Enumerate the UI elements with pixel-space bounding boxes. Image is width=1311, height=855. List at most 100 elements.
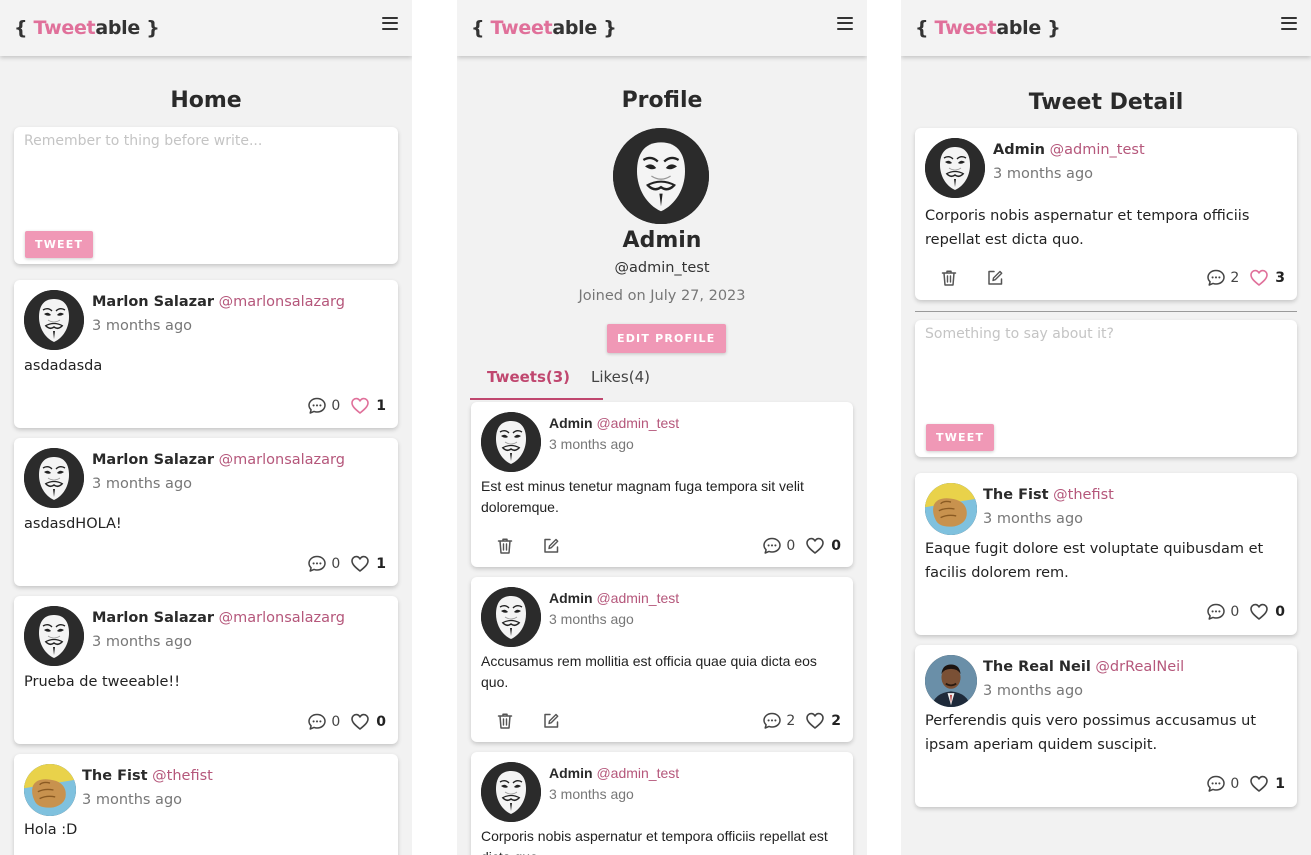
trash-icon[interactable] — [495, 711, 515, 731]
trash-icon[interactable] — [495, 536, 515, 556]
home-screen: { Tweetable } Home TWEET Marlon Salazar … — [0, 0, 412, 855]
avatar[interactable] — [24, 606, 84, 666]
comment-icon[interactable] — [307, 554, 327, 574]
tweet-author-name[interactable]: Admin — [549, 765, 593, 781]
tweet-input[interactable] — [24, 133, 388, 213]
tweet-author-handle[interactable]: @marlonsalazarg — [219, 610, 345, 626]
comment-icon[interactable] — [1206, 774, 1226, 794]
navbar: { Tweetable } — [457, 0, 867, 56]
tweet-time: 3 months ago — [92, 476, 193, 492]
tweet-author-handle[interactable]: @admin_test — [596, 415, 679, 431]
trash-icon[interactable] — [939, 268, 959, 288]
comment-icon[interactable] — [1206, 268, 1226, 288]
heart-icon[interactable] — [805, 711, 825, 731]
tweet-text: Est est minus tenetur magnam fuga tempor… — [481, 478, 804, 515]
reply-card[interactable]: The Real Neil @drRealNeil 3 months ago P… — [915, 645, 1297, 807]
heart-icon[interactable] — [350, 554, 370, 574]
tab-tweets[interactable]: Tweets(3) — [487, 368, 570, 386]
heart-icon[interactable] — [350, 712, 370, 732]
tweet-time: 3 months ago — [549, 786, 634, 802]
tweet-time: 3 months ago — [549, 611, 634, 627]
active-tab-indicator — [470, 398, 603, 400]
tweet-author-handle[interactable]: @admin_test — [596, 765, 679, 781]
tweet-text: Accusamus rem mollitia est officia quae … — [481, 653, 817, 690]
tweet-card[interactable]: Admin @admin_test 3 months ago Accusamus… — [471, 577, 853, 742]
tweet-actions: 0 0 — [24, 712, 386, 734]
like-count: 1 — [376, 556, 386, 572]
avatar[interactable] — [24, 448, 84, 508]
compose-card: TWEET — [14, 127, 398, 264]
profile-joined-date: Joined on July 27, 2023 — [578, 288, 746, 304]
heart-icon[interactable] — [1249, 774, 1269, 794]
tweet-button[interactable]: TWEET — [25, 231, 94, 258]
tweet-author-handle[interactable]: @drRealNeil — [1095, 659, 1184, 675]
tweet-author-handle[interactable]: @thefist — [152, 768, 213, 784]
tweet-author-handle[interactable]: @marlonsalazarg — [219, 452, 345, 468]
tweet-actions: 0 0 — [925, 602, 1285, 624]
tweet-author-name[interactable]: Marlon Salazar — [92, 452, 214, 468]
tweet-author-name[interactable]: The Fist — [82, 768, 148, 784]
avatar[interactable] — [925, 138, 985, 198]
tweet-author-handle[interactable]: @thefist — [1053, 487, 1114, 503]
profile-name: Admin — [622, 228, 702, 253]
tab-likes[interactable]: Likes(4) — [591, 368, 650, 386]
reply-card[interactable]: The Fist @thefist 3 months ago Eaque fug… — [915, 473, 1297, 635]
avatar[interactable] — [481, 587, 541, 647]
edit-profile-button[interactable]: EDIT PROFILE — [607, 324, 726, 353]
comment-icon[interactable] — [1206, 602, 1226, 622]
reply-input[interactable] — [925, 326, 1287, 406]
comment-count: 0 — [786, 538, 796, 554]
reply-tweet-button[interactable]: TWEET — [926, 424, 995, 451]
menu-icon[interactable] — [1281, 16, 1297, 30]
heart-icon[interactable] — [805, 536, 825, 556]
tweet-actions: 0 1 — [24, 554, 386, 576]
tweet-card[interactable]: The Fist @thefist 3 months ago Hola :D — [14, 754, 398, 855]
app-logo[interactable]: { Tweetable } — [14, 17, 160, 39]
tweet-actions: 2 2 — [481, 711, 841, 733]
tweet-author-handle[interactable]: @admin_test — [1050, 142, 1145, 158]
comment-icon[interactable] — [762, 536, 782, 556]
heart-icon[interactable] — [350, 396, 370, 416]
profile-handle: @admin_test — [614, 260, 710, 276]
tweet-card[interactable]: Admin @admin_test 3 months ago Est est m… — [471, 402, 853, 567]
comment-icon[interactable] — [307, 396, 327, 416]
avatar[interactable] — [925, 483, 977, 535]
app-logo[interactable]: { Tweetable } — [915, 17, 1061, 39]
tweet-author-handle[interactable]: @marlonsalazarg — [219, 294, 345, 310]
tweet-author-name[interactable]: The Real Neil — [983, 659, 1091, 675]
app-logo[interactable]: { Tweetable } — [471, 17, 617, 39]
avatar[interactable] — [481, 412, 541, 472]
tweet-author-name[interactable]: Marlon Salazar — [92, 294, 214, 310]
comment-icon[interactable] — [762, 711, 782, 731]
tweet-card[interactable]: Marlon Salazar @marlonsalazarg 3 months … — [14, 596, 398, 744]
tweet-card[interactable]: Marlon Salazar @marlonsalazarg 3 months … — [14, 438, 398, 586]
tweet-card[interactable]: Admin @admin_test 3 months ago Corporis … — [471, 752, 853, 855]
avatar[interactable] — [24, 290, 84, 350]
tweet-actions: 0 0 — [481, 536, 841, 558]
tweet-author-name[interactable]: Admin — [993, 142, 1045, 158]
comment-count: 0 — [331, 556, 341, 572]
tweet-author-name[interactable]: Marlon Salazar — [92, 610, 214, 626]
menu-icon[interactable] — [837, 16, 853, 30]
tweet-card[interactable]: Marlon Salazar @marlonsalazarg 3 months … — [14, 280, 398, 428]
like-count: 1 — [376, 398, 386, 414]
avatar[interactable] — [24, 764, 76, 816]
tweet-author-handle[interactable]: @admin_test — [596, 590, 679, 606]
avatar[interactable] — [481, 762, 541, 822]
avatar[interactable] — [925, 655, 977, 707]
navbar: { Tweetable } — [901, 0, 1311, 56]
tweet-author-name[interactable]: The Fist — [983, 487, 1049, 503]
edit-icon[interactable] — [541, 711, 561, 731]
tweet-author-name[interactable]: Admin — [549, 415, 593, 431]
like-count: 2 — [831, 713, 841, 729]
edit-icon[interactable] — [985, 268, 1005, 288]
page-title: Tweet Detail — [1028, 90, 1184, 115]
menu-icon[interactable] — [382, 16, 398, 30]
edit-icon[interactable] — [541, 536, 561, 556]
heart-icon[interactable] — [1249, 602, 1269, 622]
heart-icon[interactable] — [1249, 268, 1269, 288]
tweet-actions: 0 1 — [24, 396, 386, 418]
comment-icon[interactable] — [307, 712, 327, 732]
page-title: Profile — [621, 88, 703, 113]
tweet-author-name[interactable]: Admin — [549, 590, 593, 606]
